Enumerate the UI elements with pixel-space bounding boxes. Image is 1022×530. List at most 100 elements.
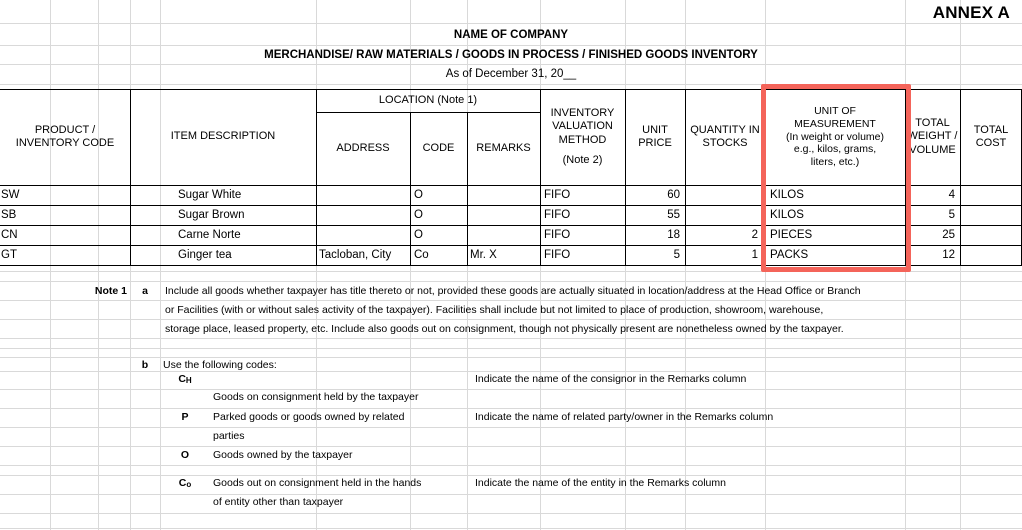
table-row[interactable] — [960, 206, 1020, 225]
header-location-group: LOCATION (Note 1) — [378, 93, 478, 106]
table-row[interactable] — [316, 186, 410, 205]
header-product-inventory-code: PRODUCT / INVENTORY CODE — [0, 89, 130, 185]
table-row[interactable] — [685, 206, 761, 225]
header-code: CODE — [422, 141, 455, 154]
table-row[interactable] — [316, 226, 410, 245]
gridline-h — [0, 84, 1022, 85]
code-description-consignment-out-line2: of entity other than taxpayer — [213, 496, 344, 509]
table-row[interactable]: 55 — [625, 206, 683, 225]
header-valuation-line2: VALUATION — [552, 120, 613, 133]
company-name-title: NAME OF COMPANY — [453, 29, 569, 41]
code-remark-consignment-held: Indicate the name of the consignor in th… — [475, 373, 747, 386]
table-row[interactable]: 5 — [905, 206, 958, 225]
gridline-h — [0, 348, 1022, 349]
table-row[interactable]: O — [411, 206, 467, 225]
gridline-h — [0, 465, 1022, 466]
header-unit-price-line1: UNIT — [642, 123, 668, 136]
form-title: MERCHANDISE/ RAW MATERIALS / GOODS IN PR… — [264, 48, 758, 61]
table-row[interactable] — [467, 226, 540, 245]
header-total-cost-line1: TOTAL — [973, 123, 1009, 136]
code-description-parked-line2: parties — [213, 430, 245, 443]
table-row[interactable]: 4 — [905, 186, 958, 205]
table-row[interactable]: O — [411, 186, 467, 205]
table-row[interactable]: 25 — [905, 226, 958, 245]
table-row[interactable]: 18 — [625, 226, 683, 245]
gridline-h — [0, 319, 1022, 320]
header-remarks: REMARKS — [476, 141, 531, 154]
gridline-h — [0, 338, 1022, 339]
table-row[interactable]: 60 — [625, 186, 683, 205]
header-item-description: ITEM DESCRIPTION — [170, 130, 276, 143]
header-uom-line4: e.g., kilos, grams, — [793, 143, 877, 156]
code-subscript: H — [185, 376, 192, 386]
annex-label: ANNEX A — [932, 3, 1010, 22]
header-address: ADDRESS — [336, 141, 390, 154]
note1-item-a-line3: storage place, leased property, etc. Inc… — [165, 323, 844, 336]
code-main-letter: O — [180, 449, 190, 462]
table-row[interactable] — [960, 186, 1020, 205]
gridline-h — [0, 494, 1022, 495]
table-row[interactable]: Carne Norte — [175, 226, 316, 245]
header-unit-price: UNIT PRICE — [625, 89, 685, 185]
header-product-code-line2: INVENTORY CODE — [15, 137, 115, 149]
table-row[interactable]: CN — [0, 226, 128, 245]
table-row[interactable]: O — [411, 226, 467, 245]
table-row[interactable]: SB — [0, 206, 128, 225]
code-label-owned: O — [160, 447, 210, 464]
header-uom-line1: UNIT OF — [814, 105, 856, 117]
table-row[interactable] — [960, 226, 1020, 245]
header-quantity-line2: STOCKS — [702, 137, 748, 149]
table-row[interactable]: FIFO — [541, 246, 625, 265]
header-uom-line2: MEASUREMENT — [794, 117, 876, 130]
gridline-h — [0, 271, 1022, 272]
code-description-consignment-held: Goods on consignment held by the taxpaye… — [213, 391, 419, 404]
header-product-code-line1: PRODUCT / — [34, 123, 96, 136]
table-row[interactable]: KILOS — [767, 186, 905, 205]
code-main-letter: C — [178, 477, 187, 490]
gridline-h — [0, 446, 1022, 447]
table-row[interactable]: FIFO — [541, 186, 625, 205]
gridline-h — [0, 427, 1022, 428]
header-total-cost: TOTAL COST — [960, 89, 1022, 185]
table-row[interactable]: Sugar Brown — [175, 206, 316, 225]
gridline-h — [0, 513, 1022, 514]
table-row[interactable]: GT — [0, 246, 128, 265]
code-description-owned: Goods owned by the taxpayer — [213, 449, 353, 462]
note1-item-a-line2: or Facilities (with or without sales act… — [165, 304, 824, 317]
header-unit-price-line2: PRICE — [638, 137, 672, 149]
table-row[interactable]: PIECES — [767, 226, 905, 245]
table-row[interactable] — [685, 186, 761, 205]
table-row[interactable] — [960, 246, 1020, 265]
table-row[interactable]: Co — [411, 246, 467, 265]
code-label-consignment-out: Co — [160, 475, 210, 492]
table-row[interactable]: 5 — [625, 246, 683, 265]
gridline-h — [0, 23, 1022, 24]
table-row[interactable]: FIFO — [541, 226, 625, 245]
header-total-weight-line1: TOTAL — [915, 116, 950, 129]
table-row[interactable] — [467, 186, 540, 205]
table-row[interactable]: PACKS — [767, 246, 905, 265]
header-inventory-valuation-method: INVENTORY VALUATION METHOD (Note 2) — [540, 89, 625, 185]
gridline-h — [0, 389, 1022, 390]
table-row[interactable] — [467, 206, 540, 225]
table-row[interactable]: 2 — [685, 226, 761, 245]
header-total-weight-volume: TOTAL WEIGHT / VOLUME — [905, 89, 960, 185]
table-row[interactable]: Mr. X — [467, 246, 540, 265]
code-remark-parked: Indicate the name of related party/owner… — [475, 411, 774, 424]
table-row[interactable]: 12 — [905, 246, 958, 265]
table-row[interactable]: 1 — [685, 246, 761, 265]
table-row[interactable] — [316, 206, 410, 225]
as-of-date: As of December 31, 20__ — [445, 68, 577, 80]
gridline-h — [0, 281, 1022, 282]
note1-item-b-marker: b — [141, 359, 149, 372]
header-total-weight-line3: VOLUME — [909, 143, 956, 156]
code-main-letter: P — [181, 411, 189, 424]
code-label-parked: P — [160, 409, 210, 426]
table-row[interactable]: SW — [0, 186, 128, 205]
table-row[interactable]: Sugar White — [175, 186, 316, 205]
table-row[interactable]: FIFO — [541, 206, 625, 225]
table-row[interactable]: Ginger tea — [175, 246, 316, 265]
table-row[interactable]: KILOS — [767, 206, 905, 225]
code-subscript: o — [186, 480, 192, 490]
table-row[interactable]: Tacloban, City — [316, 246, 410, 265]
